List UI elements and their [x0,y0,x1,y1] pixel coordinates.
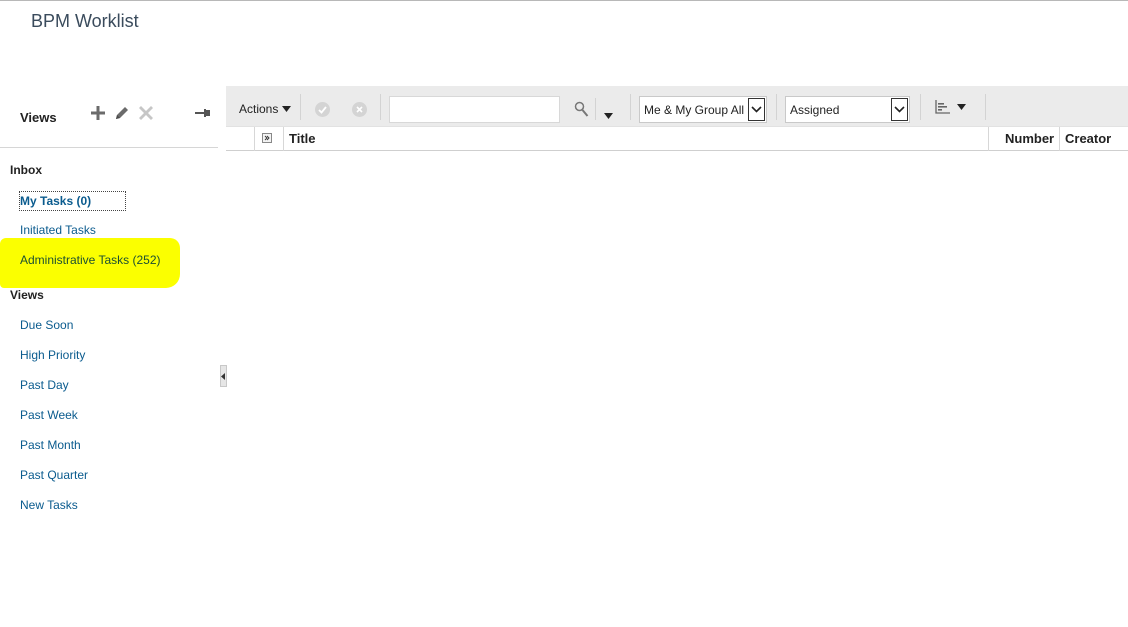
top-rule [0,0,1128,1]
views-panel-header: Views [0,100,218,148]
nav-past-day[interactable]: Past Day [20,378,69,392]
column-divider [254,127,255,151]
task-toolbar: Actions Me & My Group All Assigned [226,86,1128,126]
chevron-down-icon [957,104,966,110]
column-header-creator[interactable]: Creator [1065,127,1111,151]
assignee-filter-value: Me & My Group All [644,103,745,117]
nav-past-month[interactable]: Past Month [20,438,81,452]
views-panel-title: Views [20,110,57,125]
actions-menu[interactable]: Actions [239,102,292,116]
pin-icon[interactable] [194,104,212,122]
task-table-header: Title Number Creator [226,126,1128,151]
column-header-title[interactable]: Title [289,127,316,151]
column-divider [283,127,284,151]
nav-past-week[interactable]: Past Week [20,408,78,422]
bar-chart-icon [935,100,950,114]
toolbar-separator [595,98,596,120]
chevron-down-icon [891,98,908,121]
column-header-number[interactable]: Number [1005,127,1054,151]
reject-icon[interactable] [352,102,367,117]
search-input[interactable] [389,96,560,123]
chevron-down-icon [748,98,765,121]
search-options-dropdown[interactable] [604,106,613,124]
toolbar-separator [776,94,777,120]
search-icon[interactable] [574,101,589,122]
toolbar-separator [985,94,986,120]
dropdown-arrow-icon [282,106,292,112]
collapse-left-icon [221,372,225,380]
state-filter-value: Assigned [790,103,840,117]
edit-icon[interactable] [113,104,131,122]
inbox-section-label: Inbox [10,163,42,177]
approve-icon[interactable] [315,102,330,117]
nav-new-tasks[interactable]: New Tasks [20,498,78,512]
app-title: BPM Worklist [31,11,139,31]
toolbar-separator [920,94,921,120]
view-chart-menu[interactable] [935,100,966,114]
actions-label: Actions [239,102,279,116]
assignee-filter-select[interactable]: Me & My Group All [639,96,767,123]
column-divider [988,127,989,151]
nav-my-tasks[interactable]: My Tasks (0) [19,191,127,211]
views-section-label: Views [10,288,44,302]
column-divider [1059,127,1060,151]
collapse-panel-handle[interactable] [220,365,227,387]
chevron-down-icon [604,113,613,119]
expand-all-icon[interactable] [262,133,272,143]
add-icon[interactable] [89,104,107,122]
nav-due-soon[interactable]: Due Soon [20,318,73,332]
nav-administrative-tasks[interactable]: Administrative Tasks (252) [20,253,161,267]
toolbar-separator [630,94,631,120]
nav-initiated-tasks[interactable]: Initiated Tasks [20,223,96,237]
toolbar-separator [380,94,381,120]
nav-past-quarter[interactable]: Past Quarter [20,468,88,482]
delete-icon[interactable] [137,104,155,122]
toolbar-separator [300,94,301,120]
state-filter-select[interactable]: Assigned [785,96,910,123]
nav-high-priority[interactable]: High Priority [20,348,85,362]
